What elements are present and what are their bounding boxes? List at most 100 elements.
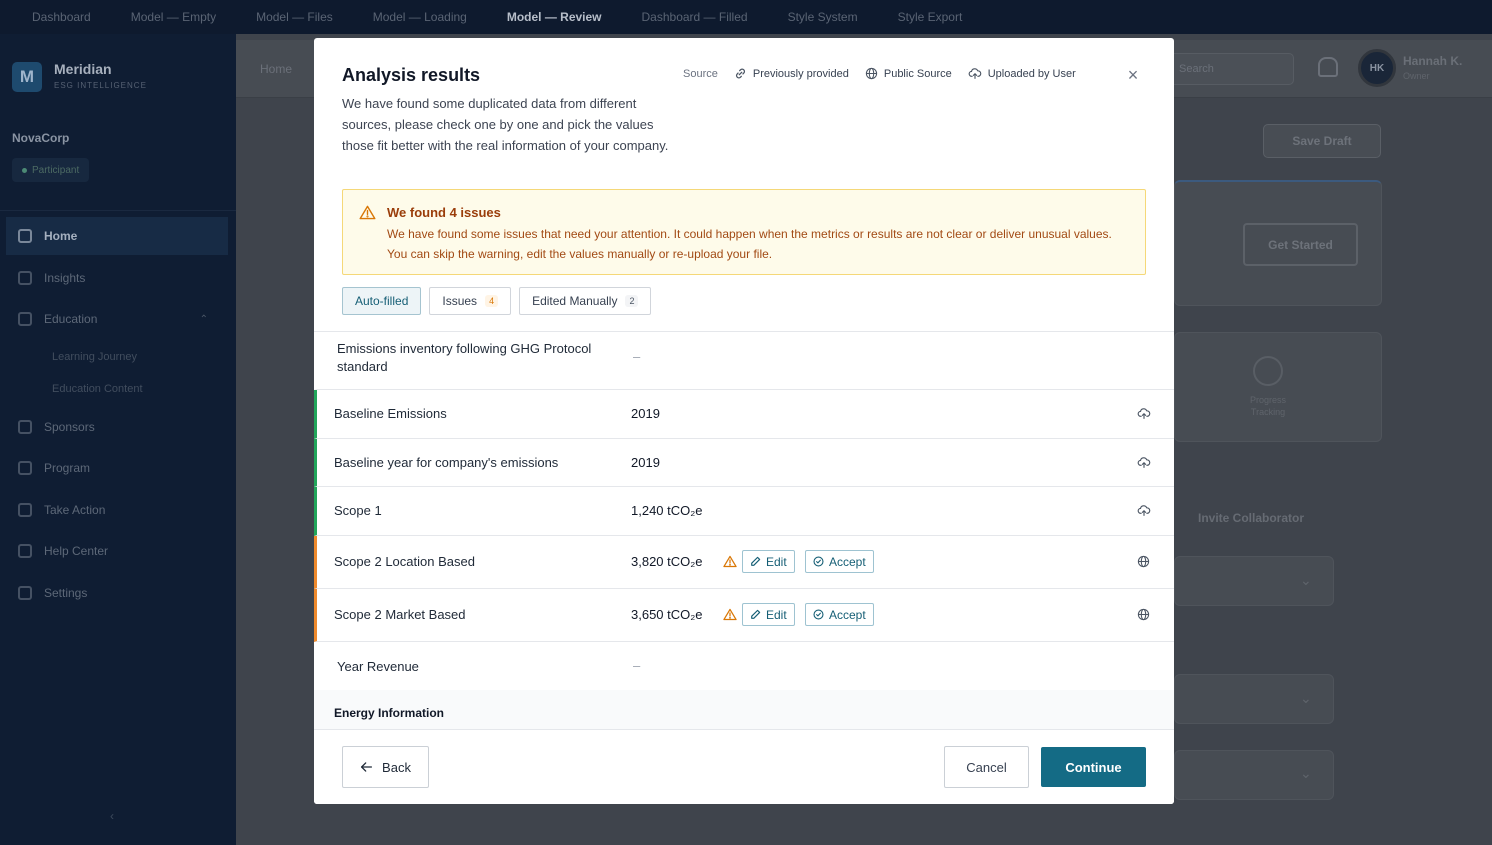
breadcrumb[interactable]: Home bbox=[260, 62, 292, 76]
sidebar-item-label: Program bbox=[44, 461, 91, 475]
sidebar-item-insights[interactable]: Insights bbox=[6, 259, 228, 297]
book-icon bbox=[18, 312, 32, 326]
cloud-upload-icon bbox=[1137, 457, 1151, 468]
topnav-item[interactable]: Dashboard — Filled bbox=[642, 10, 748, 24]
metric-value: – bbox=[633, 349, 641, 364]
tab-auto-filled[interactable]: Auto-filled bbox=[342, 287, 422, 315]
search-input[interactable]: Search bbox=[1168, 53, 1294, 85]
metric-label: Scope 1 bbox=[334, 503, 382, 518]
sidebar-subitem-learning-journey[interactable]: Learning Journey bbox=[52, 351, 137, 363]
divider bbox=[0, 210, 236, 211]
pencil-icon bbox=[751, 609, 761, 619]
top-navigation: Dashboard Model — Empty Model — Files Mo… bbox=[0, 0, 1492, 34]
arrow-left-icon bbox=[361, 762, 373, 772]
bell-icon[interactable] bbox=[1318, 57, 1338, 77]
avatar[interactable]: HK bbox=[1358, 49, 1396, 87]
globe-icon bbox=[865, 67, 878, 80]
chevron-down-icon[interactable]: ⌄ bbox=[1300, 572, 1312, 589]
sidebar-item-help-center[interactable]: Help Center bbox=[6, 532, 228, 570]
user-name: Hannah K. bbox=[1403, 54, 1463, 68]
tab-count-badge: 4 bbox=[485, 295, 499, 307]
status-dot bbox=[22, 167, 27, 173]
save-draft-button[interactable]: Save Draft bbox=[1263, 124, 1381, 158]
modal-title: Analysis results bbox=[342, 65, 481, 85]
source-label: Public Source bbox=[883, 67, 952, 80]
cloud-upload-icon bbox=[968, 68, 982, 79]
metric-label: Emissions inventory following GHG Protoc… bbox=[337, 341, 592, 374]
chevron-up-icon: ⌃ bbox=[199, 313, 208, 325]
progress-step-icon bbox=[1253, 356, 1283, 386]
edit-button[interactable]: Edit bbox=[742, 603, 795, 626]
sidebar-item-label: Help Center bbox=[44, 544, 109, 558]
chevron-down-icon[interactable]: ⌄ bbox=[1300, 690, 1312, 707]
modal-description: We have found some duplicated data from … bbox=[342, 96, 669, 153]
home-icon bbox=[18, 229, 32, 243]
topnav-item[interactable]: Model — Loading bbox=[373, 10, 467, 24]
help-icon bbox=[18, 544, 32, 558]
topnav-item[interactable]: Model — Files bbox=[256, 10, 333, 24]
table-row: Year Revenue – bbox=[314, 642, 1174, 690]
sidebar-item-take-action[interactable]: Take Action bbox=[6, 491, 228, 529]
accept-button[interactable]: Accept bbox=[805, 603, 874, 626]
chart-icon bbox=[18, 271, 32, 285]
topnav-item[interactable]: Style System bbox=[788, 10, 858, 24]
section-heading-label: Energy Information bbox=[334, 706, 445, 720]
source-label: Previously provided bbox=[752, 67, 849, 80]
sidebar-item-label: Education bbox=[44, 312, 98, 326]
get-started-button[interactable]: Get Started bbox=[1243, 223, 1358, 266]
sidebar-item-program[interactable]: Program bbox=[6, 449, 228, 487]
organization-name: NovaCorp bbox=[12, 131, 70, 145]
sidebar-item-settings[interactable]: Settings bbox=[6, 574, 228, 612]
chevron-down-icon[interactable]: ⌄ bbox=[1300, 765, 1312, 782]
accept-label: Accept bbox=[829, 607, 866, 622]
grid-icon bbox=[18, 461, 32, 475]
sidebar-subitem-education-content[interactable]: Education Content bbox=[52, 383, 143, 395]
role-label: Participant bbox=[32, 164, 80, 176]
sidebar-item-education[interactable]: Education ⌃ bbox=[6, 300, 228, 338]
close-button[interactable]: × bbox=[1123, 65, 1143, 85]
tab-label: Edited Manually bbox=[532, 294, 618, 308]
metric-value: 1,240 tCO₂e bbox=[631, 503, 703, 518]
check-circle-icon bbox=[813, 609, 824, 620]
table-row: Baseline year for company's emissions 20… bbox=[314, 439, 1174, 487]
edit-button[interactable]: Edit bbox=[742, 550, 795, 573]
tab-label: Auto-filled bbox=[355, 294, 409, 308]
sidebar-item-label: Insights bbox=[44, 271, 86, 285]
sidebar-item-label: Sponsors bbox=[44, 420, 95, 434]
metric-value: – bbox=[633, 658, 641, 673]
source-legend-label: Source bbox=[683, 67, 718, 80]
collapse-sidebar-button[interactable]: ‹ bbox=[110, 809, 114, 823]
metric-label: Baseline year for company's emissions bbox=[334, 455, 559, 470]
tab-edited-manually[interactable]: Edited Manually 2 bbox=[519, 287, 652, 315]
globe-icon bbox=[1137, 555, 1150, 568]
accept-button[interactable]: Accept bbox=[805, 550, 874, 573]
filter-tabs: Auto-filled Issues 4 Edited Manually 2 bbox=[342, 287, 652, 315]
source-legend: Source Previously provided Public Source… bbox=[683, 67, 1076, 80]
cancel-button[interactable]: Cancel bbox=[944, 746, 1029, 788]
continue-button[interactable]: Continue bbox=[1041, 747, 1146, 787]
metric-label: Baseline Emissions bbox=[334, 406, 447, 421]
sidebar-item-sponsors[interactable]: Sponsors bbox=[6, 408, 228, 446]
topnav-item[interactable]: Style Export bbox=[898, 10, 963, 24]
topnav-item[interactable]: Dashboard bbox=[32, 10, 91, 24]
topnav-item[interactable]: Model — Empty bbox=[131, 10, 216, 24]
source-label: Uploaded by User bbox=[987, 67, 1076, 80]
invite-collaborator-button[interactable]: Invite Collaborator bbox=[1198, 511, 1304, 525]
tab-issues[interactable]: Issues 4 bbox=[429, 287, 512, 315]
table-row: Scope 2 Market Based 3,650 tCO₂e Edit Ac… bbox=[314, 589, 1174, 642]
table-row: Scope 2 Location Based 3,820 tCO₂e Edit … bbox=[314, 536, 1174, 589]
metric-value: 3,820 tCO₂e bbox=[631, 554, 703, 569]
tab-count-badge: 2 bbox=[625, 295, 639, 307]
sidebar-item-label: Home bbox=[44, 229, 78, 243]
brand-name: Meridian bbox=[54, 61, 112, 77]
check-circle-icon bbox=[813, 556, 824, 567]
topnav-item-active[interactable]: Model — Review bbox=[507, 10, 602, 24]
cloud-upload-icon bbox=[1137, 505, 1151, 516]
brand-tagline: ESG INTELLIGENCE bbox=[54, 81, 147, 90]
table-row: Baseline Emissions 2019 bbox=[314, 390, 1174, 439]
gear-icon bbox=[18, 586, 32, 600]
issues-alert: We found 4 issues We have found some iss… bbox=[342, 189, 1146, 275]
sidebar-item-home[interactable]: Home bbox=[6, 217, 228, 255]
metric-value: 3,650 tCO₂e bbox=[631, 607, 703, 622]
back-button[interactable]: Back bbox=[342, 746, 429, 788]
